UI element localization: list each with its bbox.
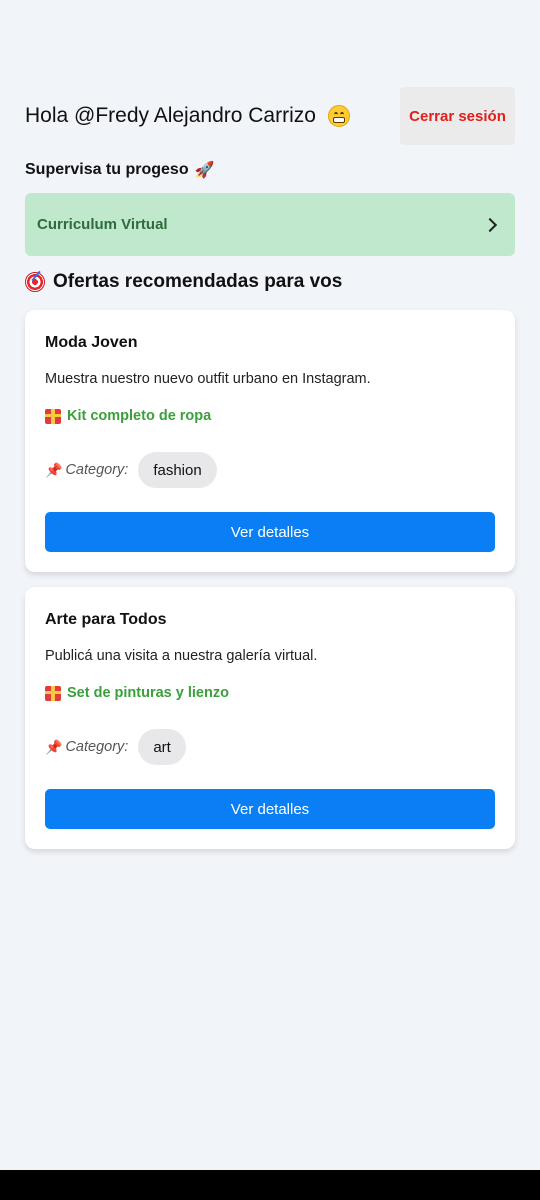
offer-reward-text: Kit completo de ropa	[67, 408, 212, 424]
offers-section-title-text: Ofertas recomendadas para vos	[53, 271, 343, 292]
offer-title: Arte para Todos	[45, 611, 167, 628]
pushpin-icon: 📌	[45, 461, 63, 478]
offers-section-title: Ofertas recomendadas para vos	[25, 271, 342, 293]
offer-category: 📌 Category: fashion	[45, 452, 217, 488]
offer-reward: Set de pinturas y lienzo	[45, 685, 229, 701]
gift-icon	[45, 408, 61, 424]
category-chip: fashion	[138, 452, 217, 488]
offer-reward-text: Set de pinturas y lienzo	[67, 685, 229, 701]
offer-description: Publicá una visita a nuestra galería vir…	[45, 648, 318, 664]
offer-category: 📌 Category: art	[45, 729, 186, 765]
greeting-text: Hola @Fredy Alejandro Carrizo	[25, 104, 316, 127]
curriculum-virtual-card[interactable]: Curriculum Virtual	[25, 193, 515, 256]
offer-title: Moda Joven	[45, 334, 138, 351]
rocket-icon: 🚀	[194, 162, 215, 179]
gift-icon	[45, 685, 61, 701]
category-label: Category:	[65, 739, 129, 755]
app-screen: Hola @Fredy Alejandro Carrizo Cerrar ses…	[0, 0, 540, 1170]
offer-card: Moda Joven Muestra nuestro nuevo outfit …	[25, 310, 515, 572]
view-details-button[interactable]: Ver detalles	[45, 789, 495, 829]
grinning-face-icon	[327, 105, 350, 127]
target-icon	[25, 272, 45, 292]
offer-reward: Kit completo de ropa	[45, 408, 211, 424]
system-navigation-bar	[0, 1170, 540, 1200]
chevron-right-icon	[482, 217, 498, 232]
pushpin-icon: 📌	[45, 738, 63, 755]
category-chip: art	[138, 729, 186, 765]
greeting: Hola @Fredy Alejandro Carrizo	[25, 104, 350, 128]
progress-subtitle-text: Supervisa tu progeso	[25, 161, 189, 178]
category-label: Category:	[65, 462, 129, 478]
header: Hola @Fredy Alejandro Carrizo Cerrar ses…	[25, 87, 515, 145]
curriculum-virtual-label: Curriculum Virtual	[37, 216, 168, 233]
offer-description: Muestra nuestro nuevo outfit urbano en I…	[45, 371, 371, 387]
progress-subtitle: Supervisa tu progeso 🚀	[25, 160, 215, 180]
offer-card: Arte para Todos Publicá una visita a nue…	[25, 587, 515, 849]
view-details-button[interactable]: Ver detalles	[45, 512, 495, 552]
logout-button[interactable]: Cerrar sesión	[400, 87, 515, 145]
